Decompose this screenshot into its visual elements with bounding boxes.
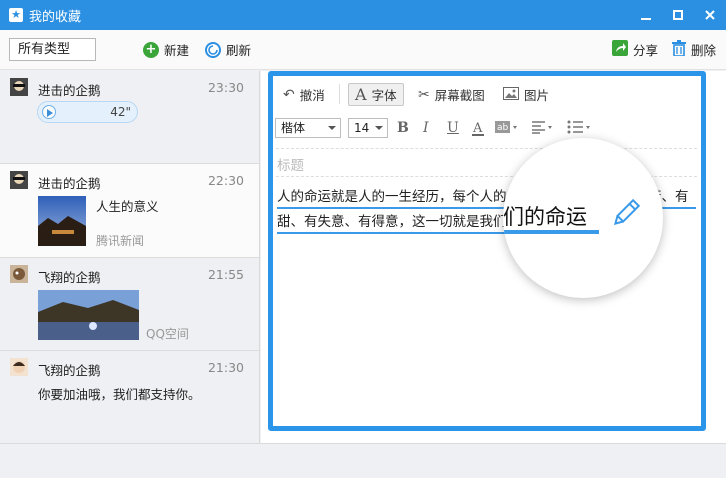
chevron-down-icon [328, 126, 336, 130]
bold-button[interactable]: B [397, 120, 409, 136]
image-icon [503, 86, 519, 103]
news-thumbnail [38, 196, 86, 246]
refresh-button[interactable]: 刷新 [205, 40, 251, 59]
maximize-button[interactable] [662, 0, 694, 30]
delete-label: 删除 [691, 43, 717, 58]
list-item[interactable]: 进击的企鹅 23:30 42" [0, 71, 259, 164]
magnified-underline [503, 230, 599, 234]
undo-button[interactable]: ↶ 撤消 [283, 85, 325, 104]
refresh-label: 刷新 [226, 43, 252, 58]
undo-label: 撤消 [299, 88, 325, 103]
type-filter-select[interactable]: 所有类型 [9, 38, 96, 61]
star-icon: ★ [9, 8, 23, 22]
font-icon: A [355, 85, 367, 104]
italic-button[interactable]: I [423, 120, 429, 136]
share-button[interactable]: 分享 [612, 40, 658, 59]
news-title: 人生的意义 [96, 199, 159, 214]
detail-panel: ↶ 撤消 A 字体 ✂ 屏幕截图 图片 楷体 14 B I U A ab 标题 … [261, 71, 726, 443]
highlight-button[interactable]: ab [495, 120, 521, 138]
avatar [10, 171, 28, 189]
share-label: 分享 [633, 43, 659, 58]
text-underline [659, 207, 696, 209]
status-bar [0, 443, 726, 478]
font-label: 字体 [371, 88, 397, 103]
item-user: 进击的企鹅 [38, 83, 101, 98]
list-button[interactable] [567, 120, 595, 138]
list-item[interactable]: 飞翔的企鹅 21:55 QQ空间 [0, 258, 259, 351]
item-time: 22:30 [207, 173, 244, 188]
item-user: 进击的企鹅 [38, 176, 101, 191]
divider [339, 84, 340, 104]
screenshot-label: 屏幕截图 [434, 88, 485, 103]
pencil-icon [609, 196, 643, 233]
item-time: 21:55 [207, 267, 244, 282]
font-family-value: 楷体 [281, 121, 306, 135]
new-button[interactable]: + 新建 [143, 40, 189, 59]
title-field[interactable]: 标题 [277, 154, 304, 174]
play-icon[interactable] [42, 105, 56, 119]
item-user: 飞翔的企鹅 [38, 270, 101, 285]
list-item[interactable]: 飞翔的企鹅 21:30 你要加油哦，我们都支持你。 [0, 351, 259, 443]
divider [276, 148, 697, 149]
body-line-1: 人的命运就是人的一生经历，每个人的 [277, 189, 507, 205]
window-title: 我的收藏 [29, 9, 82, 25]
voice-duration: 42" [110, 105, 131, 119]
toolbar: 所有类型 + 新建 刷新 分享 删除 [0, 30, 726, 70]
close-button[interactable] [694, 0, 726, 30]
image-source: QQ空间 [146, 327, 189, 341]
minimize-button[interactable] [630, 0, 662, 30]
font-size-select[interactable]: 14 [348, 118, 388, 138]
favorites-list: 进击的企鹅 23:30 42" 进击的企鹅 22:30 人生的意义 腾讯新闻 飞… [0, 71, 260, 443]
item-time: 21:30 [207, 360, 244, 375]
magnified-text: 们的命运 [503, 205, 587, 229]
text-underline [277, 207, 513, 209]
new-label: 新建 [164, 43, 190, 58]
delete-button[interactable]: 删除 [672, 40, 716, 59]
scissors-icon: ✂ [418, 86, 430, 103]
avatar [10, 358, 28, 376]
font-size-value: 14 [354, 121, 370, 135]
item-user: 飞翔的企鹅 [38, 363, 101, 378]
trash-icon [672, 40, 686, 59]
refresh-icon [205, 41, 221, 58]
avatar [10, 78, 28, 96]
item-time: 23:30 [207, 80, 244, 95]
magnifier-lens: 们的命运 [503, 138, 663, 298]
avatar [10, 265, 28, 283]
font-color-button[interactable]: A [471, 120, 485, 140]
underline-button[interactable]: U [447, 120, 459, 136]
list-item[interactable]: 进击的企鹅 22:30 人生的意义 腾讯新闻 [0, 164, 259, 258]
image-button[interactable]: 图片 [503, 85, 549, 104]
undo-icon: ↶ [283, 86, 295, 103]
chevron-down-icon [375, 126, 383, 130]
voice-message[interactable]: 42" [37, 101, 138, 123]
image-thumbnail [38, 290, 139, 340]
svg-text:A: A [472, 121, 483, 136]
align-button[interactable] [531, 120, 557, 138]
screenshot-button[interactable]: ✂ 屏幕截图 [418, 85, 485, 104]
item-text: 你要加油哦，我们都支持你。 [38, 387, 201, 402]
title-bar: ★ 我的收藏 [0, 0, 726, 30]
news-source: 腾讯新闻 [96, 234, 145, 248]
share-icon [612, 40, 628, 59]
plus-icon: + [143, 41, 159, 58]
font-family-select[interactable]: 楷体 [275, 118, 341, 138]
font-button[interactable]: A 字体 [348, 83, 404, 106]
svg-text:ab: ab [497, 123, 509, 133]
image-label: 图片 [524, 88, 550, 103]
editor-toolbar: ↶ 撤消 A 字体 ✂ 屏幕截图 图片 [273, 76, 701, 112]
text-underline [277, 232, 505, 234]
format-toolbar: 楷体 14 B I U A ab [273, 112, 701, 142]
